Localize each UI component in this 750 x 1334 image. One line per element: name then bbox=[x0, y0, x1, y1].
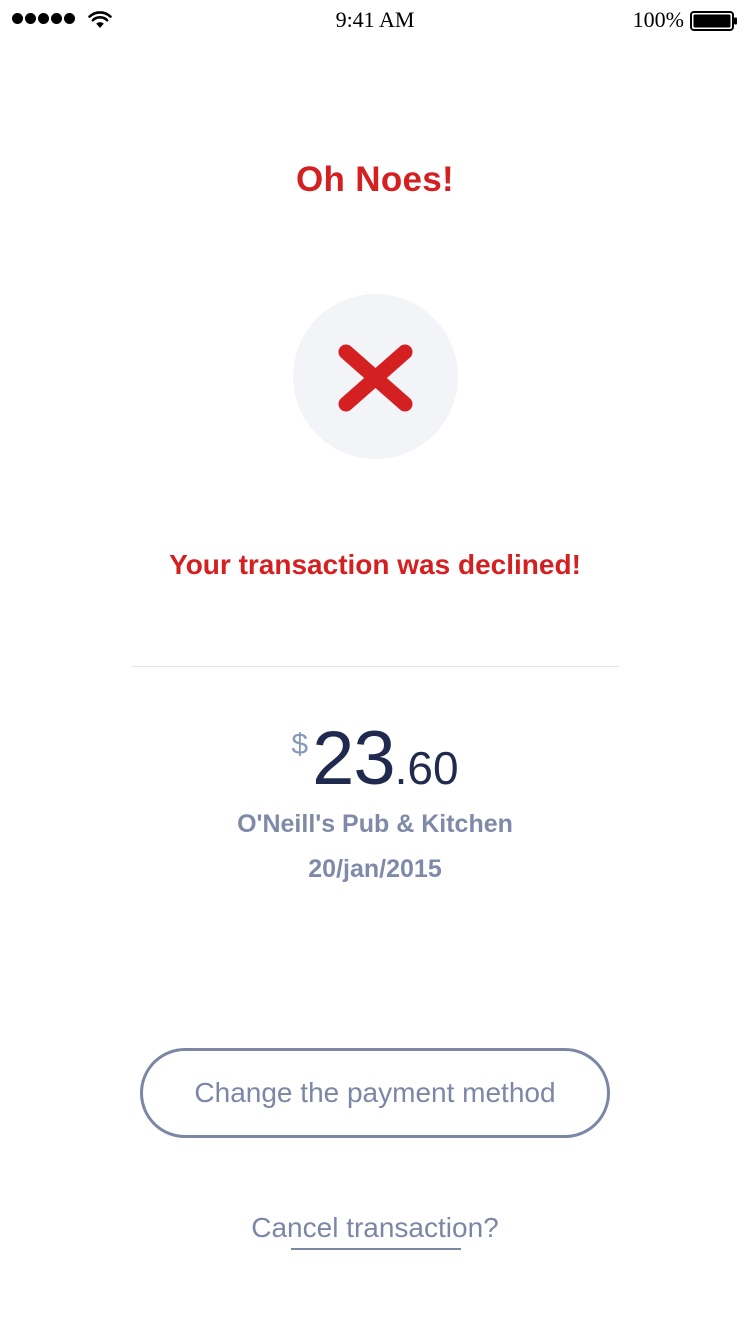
battery-icon bbox=[690, 11, 737, 31]
divider bbox=[132, 666, 619, 667]
status-bar: 9:41 AM 100% bbox=[0, 0, 750, 40]
cancel-link-underline bbox=[291, 1248, 461, 1250]
change-payment-method-button[interactable]: Change the payment method bbox=[140, 1048, 610, 1138]
battery-percent: 100% bbox=[632, 7, 684, 32]
status-icon-circle bbox=[293, 294, 458, 459]
decline-message: Your transaction was declined! bbox=[169, 549, 581, 580]
cancel-transaction-link[interactable]: Cancel transaction? bbox=[0, 1212, 750, 1244]
currency-symbol: $ bbox=[291, 728, 309, 761]
amount-whole: 23 bbox=[312, 716, 396, 801]
page-title: Oh Noes! bbox=[296, 160, 454, 199]
transaction-date: 20/jan/2015 bbox=[308, 855, 442, 883]
decline-screen: 9:41 AM 100% Oh Noes! Your transaction w… bbox=[0, 0, 750, 1334]
merchant-name: O'Neill's Pub & Kitchen bbox=[237, 810, 513, 838]
amount-cents: .60 bbox=[394, 742, 459, 794]
close-icon bbox=[338, 344, 413, 412]
transaction-amount: $23.60 bbox=[0, 715, 750, 802]
